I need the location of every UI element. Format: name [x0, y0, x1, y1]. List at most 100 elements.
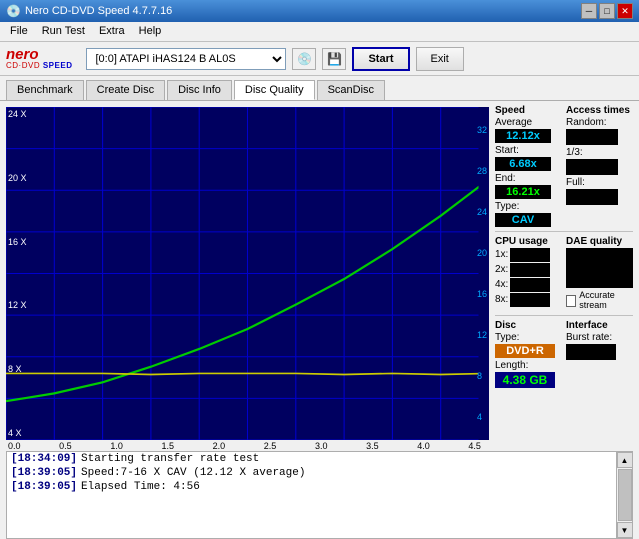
- x-35: 3.5: [366, 441, 379, 451]
- nero-text: nero: [6, 47, 72, 62]
- divider-1: [495, 231, 633, 232]
- burst-label: Burst rate:: [566, 332, 633, 343]
- cdvd-text: CD·DVD SPEED: [6, 62, 72, 70]
- menu-bar: File Run Test Extra Help: [0, 22, 639, 42]
- full-label: Full:: [566, 177, 633, 188]
- access-col: Access times Random: 1/3: Full:: [566, 105, 633, 227]
- x-25: 2.5: [264, 441, 277, 451]
- x-axis-strip: 0.0 0.5 1.0 1.5 2.0 2.5 3.0 3.5 4.0 4.5: [0, 440, 639, 451]
- disc-length-value: 4.38 GB: [495, 372, 555, 388]
- access-title: Access times: [566, 105, 633, 116]
- log-line-2: [18:39:05] Elapsed Time: 4:56: [7, 480, 616, 494]
- tab-disc-quality[interactable]: Disc Quality: [234, 80, 315, 100]
- start-value: 6.68x: [495, 157, 551, 171]
- accurate-stream-checkbox[interactable]: [566, 295, 576, 307]
- close-button[interactable]: ✕: [617, 3, 633, 19]
- x-2: 2.0: [213, 441, 226, 451]
- cpu-title: CPU usage: [495, 236, 562, 247]
- speed-col: Speed Average 12.12x Start: 6.68x End: 1…: [495, 105, 562, 227]
- x-0: 0.0: [8, 441, 21, 451]
- menu-help[interactable]: Help: [133, 24, 168, 39]
- accurate-stream-row: Accurate stream: [566, 290, 633, 311]
- nero-logo: nero CD·DVD SPEED: [6, 47, 72, 70]
- tab-benchmark[interactable]: Benchmark: [6, 80, 84, 100]
- x-05: 0.5: [59, 441, 72, 451]
- toolbar-icon-save[interactable]: 💾: [322, 48, 346, 70]
- cpu-4x-label: 4x:: [495, 279, 508, 290]
- log-scrollbar[interactable]: ▲ ▼: [616, 452, 632, 538]
- end-label: End:: [495, 173, 562, 184]
- accurate-stream-label: Accurate stream: [579, 290, 633, 310]
- drive-select[interactable]: [0:0] ATAPI iHAS124 B AL0S: [86, 48, 286, 70]
- random-label: Random:: [566, 117, 633, 128]
- scroll-thumb[interactable]: [618, 469, 632, 521]
- toolbar-icon-cd[interactable]: 💿: [292, 48, 316, 70]
- type-value: CAV: [495, 213, 551, 227]
- dae-title: DAE quality: [566, 236, 633, 247]
- tab-disc-info[interactable]: Disc Info: [167, 80, 232, 100]
- log-content[interactable]: [18:34:09] Starting transfer rate test […: [7, 452, 616, 538]
- scroll-up[interactable]: ▲: [617, 452, 633, 468]
- speed-title: Speed: [495, 105, 562, 116]
- x-3: 3.0: [315, 441, 328, 451]
- content-area: 24 X 20 X 16 X 12 X 8 X 24 X 20 X 16 X 1…: [0, 101, 639, 440]
- menu-file[interactable]: File: [4, 24, 34, 39]
- cpu-8x-label: 8x:: [495, 294, 508, 305]
- disc-type-label: Type:: [495, 332, 562, 343]
- right-panel: Speed Average 12.12x Start: 6.68x End: 1…: [489, 101, 639, 440]
- cpu-1x-label: 1x:: [495, 249, 508, 260]
- log-area: [18:34:09] Starting transfer rate test […: [6, 451, 633, 539]
- cpu-dae-row: CPU usage 1x: 2x: 4x: 8x:: [495, 236, 633, 311]
- cpu-col: CPU usage 1x: 2x: 4x: 8x:: [495, 236, 562, 311]
- menu-run-test[interactable]: Run Test: [36, 24, 91, 39]
- interface-col: Interface Burst rate:: [566, 320, 633, 388]
- average-label: Average: [495, 117, 562, 128]
- end-value: 16.21x: [495, 185, 551, 199]
- maximize-button[interactable]: □: [599, 3, 615, 19]
- third-label: 1/3:: [566, 147, 633, 158]
- tabs-bar: Benchmark Create Disc Disc Info Disc Qua…: [0, 76, 639, 101]
- start-button[interactable]: Start: [352, 47, 409, 71]
- type-label: Type:: [495, 201, 562, 212]
- tab-scan-disc[interactable]: ScanDisc: [317, 80, 385, 100]
- average-value: 12.12x: [495, 129, 551, 143]
- x-15: 1.5: [161, 441, 174, 451]
- title-bar-controls[interactable]: ─ □ ✕: [581, 3, 633, 19]
- log-line-1: [18:39:05] Speed:7-16 X CAV (12.12 X ave…: [7, 466, 616, 480]
- third-value: [566, 159, 618, 175]
- exit-button[interactable]: Exit: [416, 47, 464, 71]
- log-time-1: [18:39:05]: [11, 467, 77, 479]
- title-bar-left: 💿 Nero CD-DVD Speed 4.7.7.16: [6, 4, 172, 18]
- log-line-0: [18:34:09] Starting transfer rate test: [7, 452, 616, 466]
- speed-access-row: Speed Average 12.12x Start: 6.68x End: 1…: [495, 105, 633, 227]
- title-bar: 💿 Nero CD-DVD Speed 4.7.7.16 ─ □ ✕: [0, 0, 639, 22]
- chart-svg: 24 X 20 X 16 X 12 X 8 X: [6, 107, 489, 440]
- dae-col: DAE quality Accurate stream: [566, 236, 633, 311]
- disc-length-label: Length:: [495, 360, 562, 371]
- x-4: 4.0: [417, 441, 430, 451]
- toolbar: nero CD·DVD SPEED [0:0] ATAPI iHAS124 B …: [0, 42, 639, 76]
- tab-create-disc[interactable]: Create Disc: [86, 80, 165, 100]
- log-text-0: Starting transfer rate test: [81, 453, 259, 465]
- disc-title: Disc: [495, 320, 562, 331]
- x-45: 4.5: [468, 441, 481, 451]
- full-value: [566, 189, 618, 205]
- log-text-1: Speed:7-16 X CAV (12.12 X average): [81, 467, 305, 479]
- minimize-button[interactable]: ─: [581, 3, 597, 19]
- x-1: 1.0: [110, 441, 123, 451]
- log-time-2: [18:39:05]: [11, 481, 77, 493]
- log-text-2: Elapsed Time: 4:56: [81, 481, 200, 493]
- menu-extra[interactable]: Extra: [93, 24, 131, 39]
- disc-type-value: DVD+R: [495, 344, 555, 358]
- scroll-down[interactable]: ▼: [617, 522, 633, 538]
- app-icon: 💿: [6, 4, 21, 18]
- divider-2: [495, 315, 633, 316]
- disc-interface-row: Disc Type: DVD+R Length: 4.38 GB Interfa…: [495, 320, 633, 388]
- interface-title: Interface: [566, 320, 633, 331]
- log-time-0: [18:34:09]: [11, 453, 77, 465]
- disc-col: Disc Type: DVD+R Length: 4.38 GB: [495, 320, 562, 388]
- random-value: [566, 129, 618, 145]
- chart-area: 24 X 20 X 16 X 12 X 8 X 24 X 20 X 16 X 1…: [6, 107, 489, 440]
- window-title: Nero CD-DVD Speed 4.7.7.16: [25, 5, 172, 17]
- start-label: Start:: [495, 145, 562, 156]
